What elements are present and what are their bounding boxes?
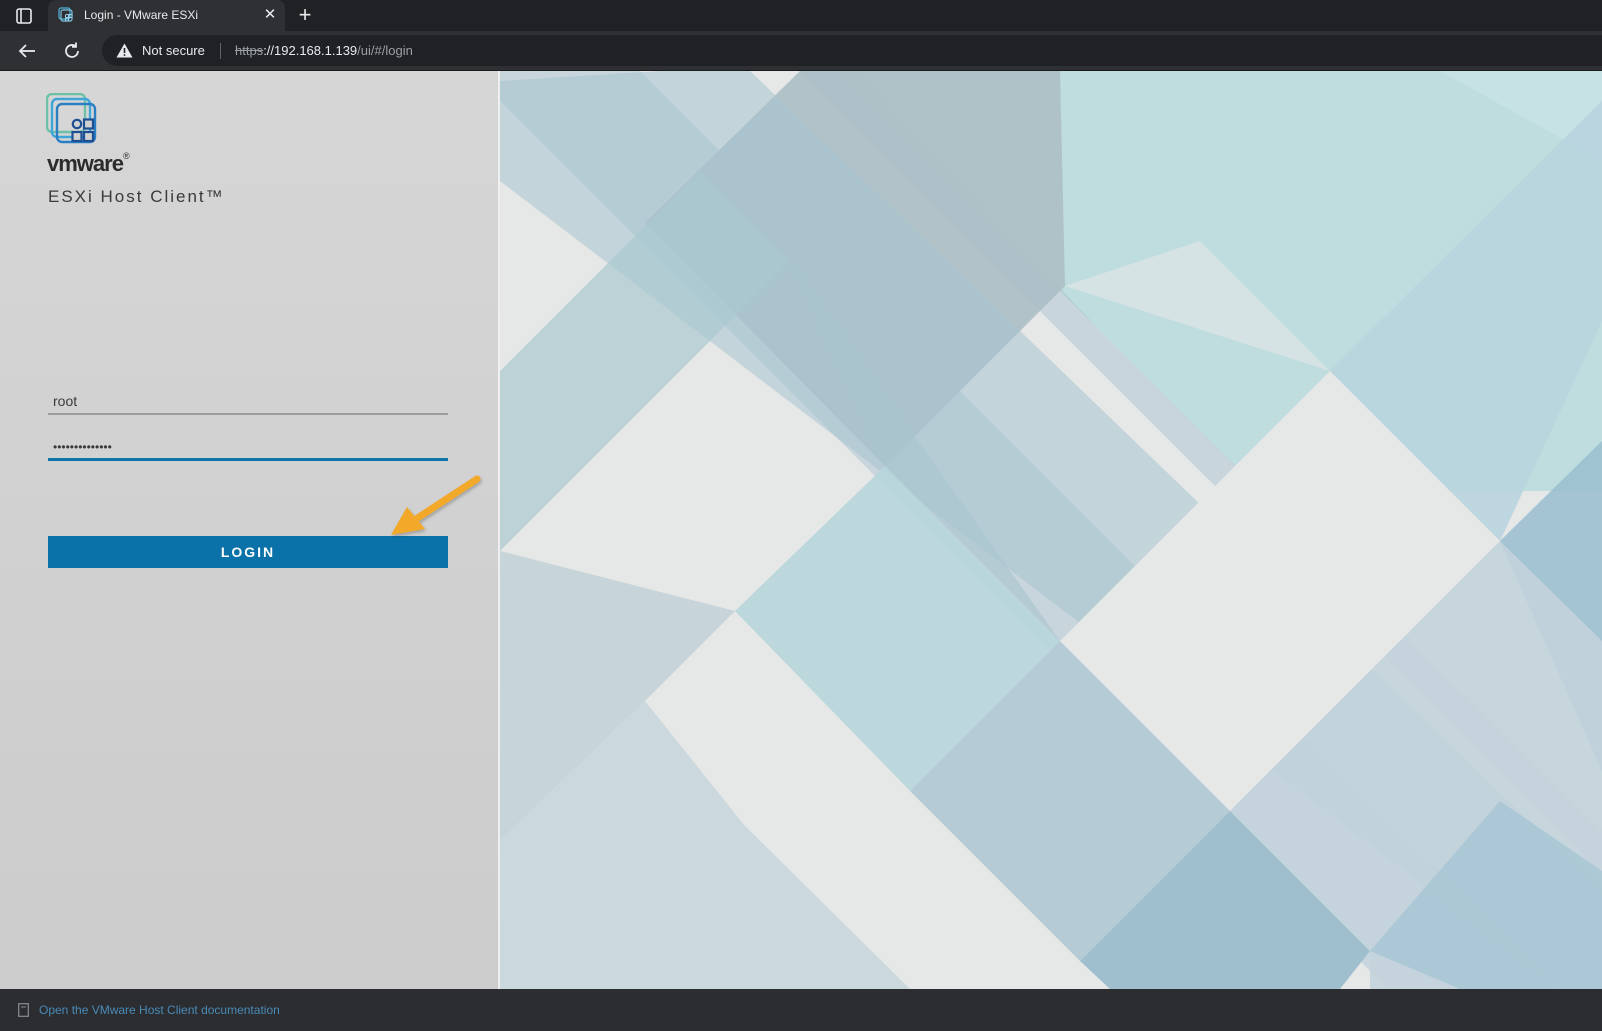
url-scheme: https [235,43,264,58]
login-page: vmware® ESXi Host Client™ LOGIN [0,71,1602,989]
url-path: /ui/#/login [357,43,413,58]
documentation-link[interactable]: Open the VMware Host Client documentatio… [39,1003,280,1017]
browser-tab-active[interactable]: Login - VMware ESXi ✕ [48,0,285,31]
tab-title: Login - VMware ESXi [84,8,199,22]
warning-icon[interactable] [116,43,133,58]
arrow-annotation-icon [385,471,485,541]
brand-text: vmware [47,151,124,176]
address-bar[interactable]: Not secure https://192.168.1.139/ui/#/lo… [102,35,1602,66]
product-title: ESXi Host Client™ [48,187,225,206]
registered-mark: ® [122,151,130,161]
url-text[interactable]: https://192.168.1.139/ui/#/login [235,43,413,58]
username-field[interactable] [48,389,448,415]
reload-icon[interactable] [61,40,83,62]
security-status[interactable]: Not secure [142,43,205,58]
password-field[interactable] [48,435,448,461]
browser-tab-strip: Login - VMware ESXi ✕ + [0,0,1602,31]
back-arrow-icon[interactable] [16,40,38,62]
new-tab-icon[interactable]: + [294,4,316,26]
browser-toolbar: Not secure https://192.168.1.139/ui/#/lo… [0,31,1602,71]
vmware-favicon-icon [58,7,74,23]
close-tab-icon[interactable]: ✕ [262,7,278,23]
document-icon [18,1003,29,1017]
tab-panel-icon[interactable] [14,6,34,26]
page-footer: Open the VMware Host Client documentatio… [0,989,1602,1031]
vmware-logo: vmware® [47,151,130,177]
url-host: ://192.168.1.139 [263,43,358,58]
omnibox-divider [220,43,221,59]
background-pattern [500,71,1602,989]
esxi-logo-icon [45,92,100,147]
